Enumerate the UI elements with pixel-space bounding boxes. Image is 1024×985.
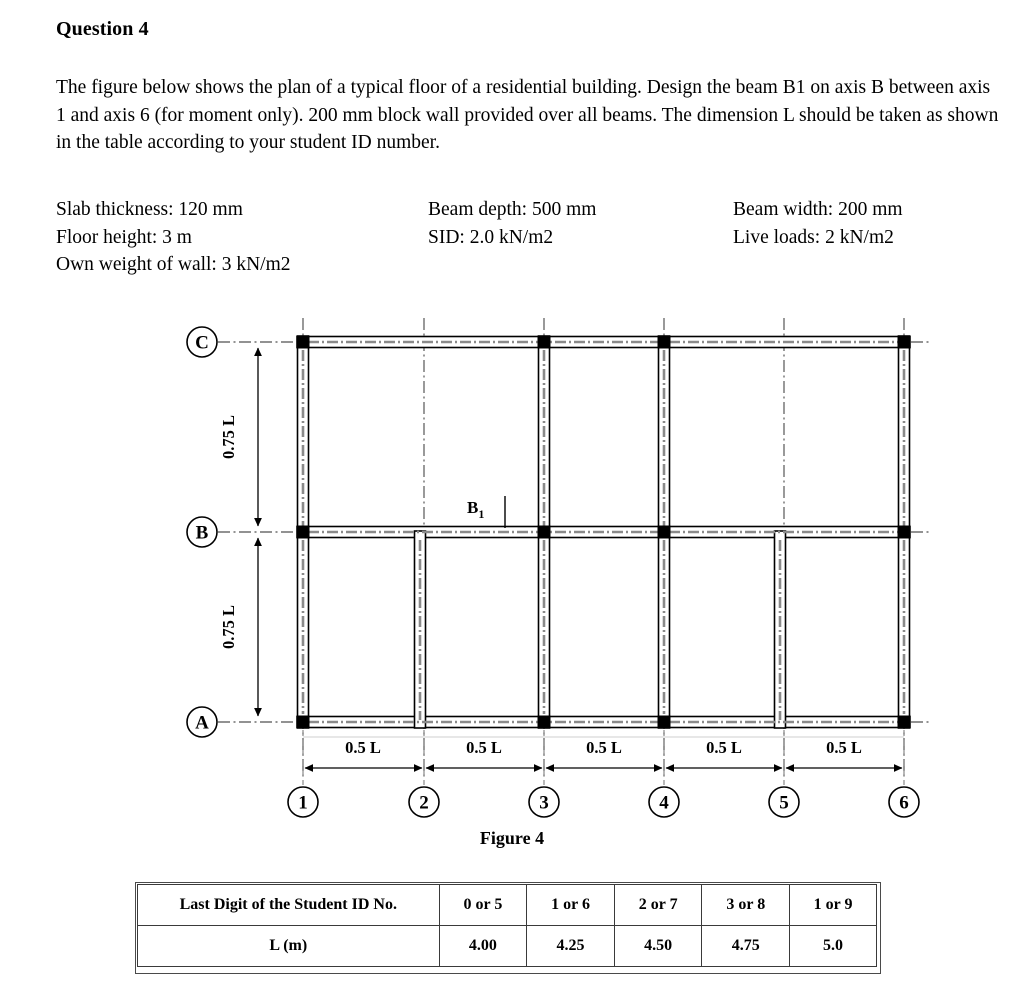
- table-row-header-label: Last Digit of the Student ID No.: [137, 884, 440, 926]
- grid-bubbles-vertical: 1 2 3 4 5 6: [287, 786, 920, 818]
- beam-b1-label-main: B: [467, 498, 478, 517]
- floor-plan-drawing: C B A 1 2 3 4 5 6 0.75 L 0.75 L 0.5 L 0.…: [186, 318, 932, 818]
- floor-plan-figure: C B A 1 2 3 4 5 6 0.75 L 0.75 L 0.5 L 0.…: [0, 300, 1024, 860]
- spec-wall-weight: Own weight of wall: 3 kN/m2: [56, 254, 291, 275]
- dimension-label-5-6: 0.5 L: [826, 738, 862, 757]
- student-id-length-table: Last Digit of the Student ID No. 0 or 5 …: [137, 884, 877, 967]
- column-C1: [296, 335, 310, 349]
- table-cell-length-3: 4.50: [613, 925, 703, 967]
- beam-b1-callout: B1: [467, 496, 506, 528]
- dimension-label-1-2: 0.5 L: [345, 738, 381, 757]
- grid-bubble-2-label: 2: [419, 793, 429, 814]
- grid-bubble-C-label: C: [195, 333, 209, 354]
- beam-b1-label: B1: [467, 498, 484, 521]
- column-C6: [897, 335, 911, 349]
- column-A1: [296, 715, 310, 729]
- grid-bubble-A-label: A: [195, 713, 209, 734]
- dimension-label-2-3: 0.5 L: [466, 738, 502, 757]
- spec-beam-depth: Beam depth: 500 mm: [428, 199, 597, 220]
- table-cell-length-5: 5.0: [789, 925, 877, 967]
- grid-bubble-5-label: 5: [779, 793, 789, 814]
- spec-slab-thickness: Slab thickness: 120 mm: [56, 199, 243, 220]
- table-cell-length-1: 4.00: [438, 925, 528, 967]
- column-C4: [657, 335, 671, 349]
- vertical-beams-secondary: [413, 530, 787, 729]
- grid-centerlines: [218, 318, 932, 778]
- grid-bubble-3-label: 3: [539, 793, 549, 814]
- spec-row: Floor height: 3 m SID: 2.0 kN/m2 Live lo…: [56, 224, 1001, 252]
- spec-sid: SID: 2.0 kN/m2: [428, 226, 554, 248]
- table-cell-digit-5: 1 or 9: [789, 884, 877, 926]
- table-cell-digit-3: 2 or 7: [613, 884, 703, 926]
- column-A3: [537, 715, 551, 729]
- grid-bubble-B-label: B: [196, 523, 209, 544]
- beam-b1-label-subscript: 1: [478, 507, 484, 521]
- spec-live-loads: Live loads: 2 kN/m2: [733, 226, 894, 248]
- column-A4: [657, 715, 671, 729]
- page-title: Question 4: [56, 18, 149, 40]
- spec-floor-height: Floor height: 3 m: [56, 226, 192, 248]
- column-B6: [897, 525, 911, 539]
- table-row: L (m) 4.00 4.25 4.50 4.75 5.0: [137, 925, 877, 967]
- table-cell-length-2: 4.25: [526, 925, 615, 967]
- table-cell-digit-2: 1 or 6: [526, 884, 615, 926]
- column-B4: [657, 525, 671, 539]
- table-row: Last Digit of the Student ID No. 0 or 5 …: [137, 884, 877, 926]
- table-cell-length-4: 4.75: [701, 925, 791, 967]
- dimension-label-3-4: 0.5 L: [586, 738, 622, 757]
- spec-row: Own weight of wall: 3 kN/m2: [56, 251, 1001, 279]
- table-row-length-label: L (m): [137, 925, 440, 967]
- grid-bubble-6-label: 6: [899, 793, 909, 814]
- grid-bubble-4-label: 4: [659, 793, 669, 814]
- spec-row: Slab thickness: 120 mm Beam depth: 500 m…: [56, 196, 1001, 224]
- column-A6: [897, 715, 911, 729]
- dimension-label-C-B: 0.75 L: [219, 415, 238, 459]
- specifications-block: Slab thickness: 120 mm Beam depth: 500 m…: [56, 196, 1001, 279]
- column-C3: [537, 335, 551, 349]
- spec-beam-width: Beam width: 200 mm: [733, 199, 903, 220]
- question-body-text: The figure below shows the plan of a typ…: [56, 77, 999, 153]
- column-B3: [537, 525, 551, 539]
- grid-bubble-1-label: 1: [298, 793, 308, 814]
- dimension-label-B-A: 0.75 L: [219, 605, 238, 649]
- column-B1: [296, 525, 310, 539]
- table-cell-digit-1: 0 or 5: [438, 884, 528, 926]
- dimension-label-4-5: 0.5 L: [706, 738, 742, 757]
- table-cell-digit-4: 3 or 8: [701, 884, 791, 926]
- figure-caption: Figure 4: [479, 828, 545, 848]
- grid-bubbles-horizontal: C B A: [186, 326, 218, 738]
